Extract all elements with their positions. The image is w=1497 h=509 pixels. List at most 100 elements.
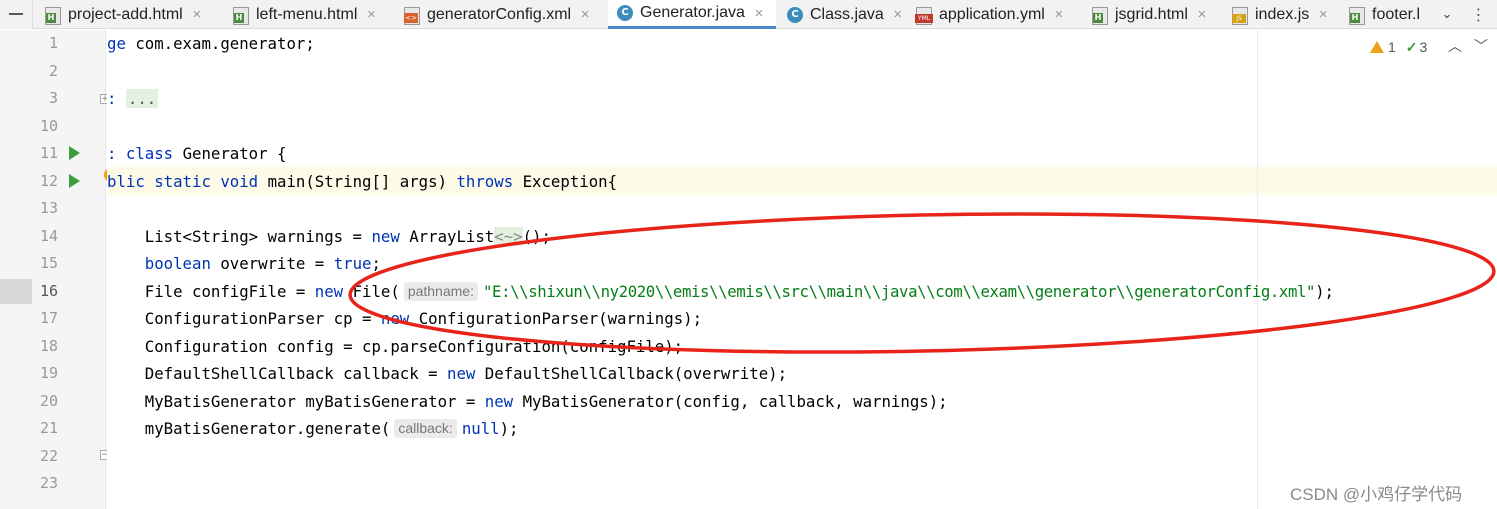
line-number: 11: [39, 144, 58, 162]
code-line-14: List<String> warnings = new ArrayList<~>…: [107, 223, 551, 251]
tab-bar-corner: [0, 0, 33, 29]
tab-label: footer.l: [1372, 5, 1421, 23]
code-token: ConfigurationParser(warnings);: [409, 309, 703, 328]
code-token: Generator {: [173, 144, 287, 163]
code-token: File configFile =: [107, 281, 315, 301]
code-line-3: : ...: [107, 85, 159, 113]
editor-tab-bar: project-add.html × left-menu.html × gene…: [0, 0, 1497, 29]
line-number: 20: [39, 391, 58, 410]
tab-label: generatorConfig.xml: [427, 5, 572, 23]
tab-label: jsgrid.html: [1115, 5, 1188, 23]
tab-label: application.yml: [939, 5, 1045, 23]
warning-count: 1: [1388, 39, 1396, 55]
tab-class-java[interactable]: Class.java ×: [778, 0, 908, 29]
line-number: 22: [39, 446, 58, 465]
html-file-icon: [232, 6, 250, 25]
code-line-17: ConfigurationParser cp = new Configurati…: [107, 305, 702, 333]
code-token: );: [499, 419, 519, 438]
more-options-icon[interactable]: ⋮: [1468, 0, 1490, 29]
code-token: Configuration config = cp.parseConfigura…: [107, 336, 684, 356]
line-number: 1: [48, 34, 58, 52]
line-number: 19: [39, 364, 58, 382]
tab-generator-java[interactable]: Generator.java ×: [608, 0, 776, 29]
inspection-widget[interactable]: 1 ✓ 3: [1370, 38, 1427, 56]
close-icon[interactable]: ×: [888, 6, 908, 23]
tab-generatorconfig-xml[interactable]: generatorConfig.xml ×: [395, 0, 595, 29]
code-line-21: myBatisGenerator.generate(callback: null)…: [107, 415, 518, 443]
code-token: new: [484, 391, 514, 411]
code-token: myBatisGenerator.generate(: [107, 419, 391, 438]
tab-index-js[interactable]: index.js ×: [1223, 0, 1333, 29]
code-line-16: File configFile = new File(pathname: "E:\…: [107, 278, 1334, 306]
run-class-icon[interactable]: [69, 146, 80, 160]
code-token: ge: [107, 34, 126, 53]
path-string: "E:\\shixun\\ny2020\\emis\\emis\\src\\ma…: [482, 281, 1316, 301]
parameter-hint: callback:: [394, 419, 457, 438]
code-token: new: [447, 364, 476, 383]
tab-application-yml[interactable]: application.yml ×: [907, 0, 1069, 29]
close-icon[interactable]: ×: [187, 6, 207, 23]
code-line-1: ge com.exam.generator;: [107, 30, 315, 58]
code-token: ConfigurationParser cp =: [107, 309, 381, 328]
code-token: null: [461, 419, 500, 438]
minimize-icon[interactable]: [9, 13, 23, 15]
line-number: 15: [39, 254, 58, 272]
close-icon[interactable]: ×: [1049, 6, 1069, 23]
code-token: : class: [107, 144, 174, 163]
line-number: 12: [39, 171, 58, 190]
line-number: 3: [48, 89, 58, 107]
warning-icon: [1370, 41, 1384, 53]
code-token: File(: [343, 281, 400, 301]
code-token: DefaultShellCallback(overwrite);: [475, 364, 788, 383]
html-file-icon: [44, 6, 62, 25]
code-token: MyBatisGenerator myBatisGenerator =: [107, 391, 485, 411]
code-line-11: : class Generator {: [107, 140, 286, 168]
java-class-icon: [786, 6, 804, 24]
yml-file-icon: [915, 6, 933, 25]
watermark: CSDN @小鸡仔学代码: [1290, 485, 1463, 504]
diamond-operator: <~>: [494, 226, 523, 246]
line-number: 18: [39, 336, 58, 355]
line-number: 17: [39, 309, 58, 327]
code-token: new: [380, 309, 410, 328]
code-token: DefaultShellCallback callback =: [107, 364, 448, 383]
close-icon[interactable]: ×: [1313, 6, 1333, 23]
code-token: List<String> warnings =: [107, 226, 372, 246]
code-token: ;: [371, 254, 381, 273]
folded-imports[interactable]: ...: [125, 89, 159, 108]
tab-left-menu-html[interactable]: left-menu.html ×: [224, 0, 381, 29]
close-icon[interactable]: ×: [749, 5, 769, 22]
check-icon: ✓: [1405, 38, 1418, 55]
tab-label: left-menu.html: [256, 5, 358, 23]
close-icon[interactable]: ×: [575, 6, 595, 23]
code-line-20: MyBatisGenerator myBatisGenerator = new …: [107, 388, 948, 416]
tab-label: index.js: [1255, 5, 1310, 23]
code-token: blic static void: [107, 171, 259, 191]
tab-footer-html[interactable]: footer.l: [1340, 0, 1434, 29]
code-token: throws: [456, 171, 514, 191]
tab-label: Class.java: [810, 5, 884, 23]
previous-highlight-icon[interactable]: ︿: [1448, 36, 1462, 56]
tabs-dropdown-icon[interactable]: ⌄: [1436, 0, 1458, 29]
line-number: 10: [39, 116, 58, 135]
html-file-icon: [1091, 6, 1109, 25]
next-highlight-icon[interactable]: ﹀: [1474, 36, 1488, 56]
tab-label: Generator.java: [640, 4, 745, 21]
run-main-icon[interactable]: [69, 174, 80, 188]
code-line-19: DefaultShellCallback callback = new Defa…: [107, 360, 787, 388]
close-icon[interactable]: ×: [1192, 6, 1212, 23]
code-token: true: [333, 254, 372, 273]
code-token: :: [107, 89, 126, 108]
close-icon[interactable]: ×: [361, 6, 381, 23]
js-file-icon: [1231, 6, 1249, 25]
code-token: overwrite =: [210, 254, 334, 273]
code-token: new: [371, 226, 400, 246]
tab-jsgrid-html[interactable]: jsgrid.html ×: [1083, 0, 1212, 29]
tab-project-add-html[interactable]: project-add.html ×: [36, 0, 207, 29]
code-token: MyBatisGenerator(config, callback, warni…: [513, 391, 948, 411]
code-line-12: blic static void main(String[] args) thr…: [107, 168, 617, 196]
code-token: new: [314, 281, 344, 301]
java-class-icon: [616, 4, 634, 22]
code-line-15: boolean overwrite = true;: [107, 250, 381, 278]
